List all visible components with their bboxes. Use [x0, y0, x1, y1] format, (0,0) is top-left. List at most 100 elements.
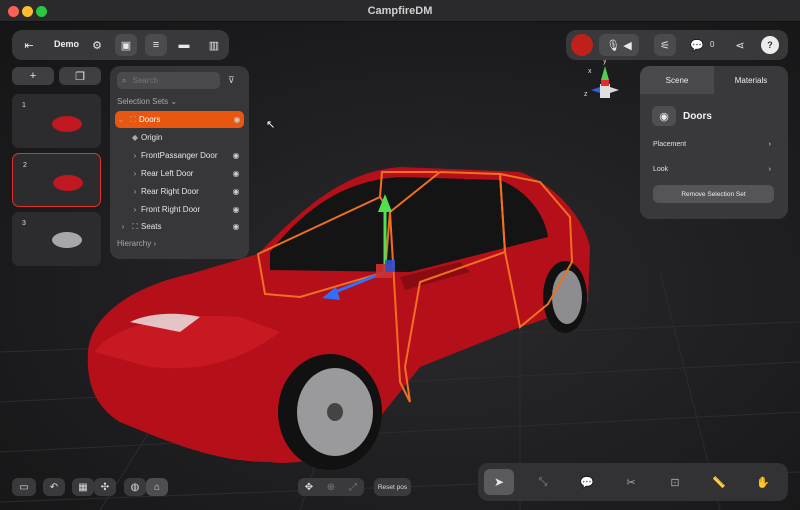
pivot-icon: ◆ [131, 133, 139, 142]
hand-pan-icon[interactable]: ✋ [750, 471, 776, 493]
slide-car-preview [52, 232, 82, 248]
mouse-cursor-icon: ↖ [266, 119, 276, 131]
tree-item-label: Doors [139, 115, 161, 124]
measure-ruler-icon[interactable]: 📏 [706, 471, 732, 493]
search-icon: ⌕ [122, 75, 127, 85]
hierarchy-header[interactable]: Hierarchy › [117, 239, 156, 248]
mic-volume-control[interactable]: 🎙 ◀ [599, 34, 639, 56]
tree-item-front-right-door[interactable]: › Front Right Door ◉ [117, 201, 243, 218]
slide-car-preview [53, 175, 83, 191]
undo-icon[interactable]: ↶ [43, 478, 65, 496]
toolbox-icon[interactable]: ▣ [115, 34, 137, 56]
slide-thumbnail[interactable]: 3 [12, 212, 101, 266]
chevron-right-icon: › [133, 169, 137, 178]
tree-item-rear-right-door[interactable]: › Rear Right Door ◉ [117, 183, 243, 200]
gizmo-z-label: z [584, 91, 588, 98]
user-count: 0 [710, 40, 715, 49]
tree-item-doors[interactable]: ⌄ ⛶ Doors ◉ [115, 111, 244, 128]
sliders-icon[interactable]: ⚟ [654, 34, 676, 56]
filter-icon[interactable]: ⊽ [228, 75, 235, 86]
chevron-right-icon: › [768, 141, 771, 148]
selection-set-icon: ⛶ [130, 114, 136, 124]
tree-item-label: Seats [141, 222, 162, 231]
duplicate-slide-button[interactable]: ❐ [59, 67, 101, 85]
camera-icon[interactable]: ▭ [12, 478, 36, 496]
hierarchy-label: Hierarchy [117, 239, 152, 248]
collab-toolbar: 🎙 ◀ ⚟ 💬 0 ⋖ ? [566, 30, 788, 60]
tree-item-rear-left-door[interactable]: › Rear Left Door ◉ [117, 165, 243, 182]
slide-thumbnail-selected[interactable]: 2 [12, 153, 101, 207]
grid-icon[interactable]: ▦ [72, 478, 94, 496]
minimize-window-button[interactable] [22, 6, 33, 17]
reset-position-button[interactable]: Reset pos [374, 478, 411, 496]
tree-item-label: Origin [141, 133, 163, 142]
select-cursor-icon[interactable]: ➤ [484, 469, 514, 495]
selection-set-icon: ⛶ [132, 221, 138, 231]
chevron-right-icon: › [768, 166, 771, 173]
chevron-down-icon: ⌄ [170, 97, 178, 106]
user-avatar[interactable] [571, 34, 593, 56]
transform-mode-group: ✥ ⊕ ⤢ [298, 478, 364, 496]
tab-materials[interactable]: Materials [714, 66, 788, 94]
tree-item-label: Rear Left Door [141, 169, 194, 178]
cut-scissors-icon[interactable]: ✂ [618, 471, 644, 493]
tree-item-origin[interactable]: ◆ Origin [117, 129, 243, 146]
search-field[interactable]: ⌕ [117, 72, 220, 89]
look-row[interactable]: Look › [653, 166, 771, 173]
visibility-eye-icon[interactable]: ◉ [229, 205, 243, 214]
tree-item-label: FrontPassanger Door [141, 151, 218, 160]
tree-item-label: Front Right Door [141, 205, 201, 214]
slide-thumbnail[interactable]: 1 [12, 94, 101, 148]
move-icon[interactable]: ✥ [298, 482, 320, 493]
share-icon[interactable]: ⋖ [731, 36, 749, 54]
visibility-eye-icon[interactable]: ◉ [229, 169, 243, 178]
add-slide-button[interactable]: + [12, 67, 54, 85]
tree-item-front-passanger-door[interactable]: › FrontPassanger Door ◉ [117, 147, 243, 164]
title-bar: CampfireDM [0, 0, 800, 22]
slide-car-preview [52, 116, 82, 132]
tool-palette: ➤ ⤡ 💬 ✂ ⊡ 📏 ✋ [478, 463, 788, 501]
folder-icon[interactable]: ▬ [175, 36, 193, 54]
gizmo-x-label: x [588, 68, 592, 75]
settings-gear-icon[interactable]: ⚙ [88, 36, 106, 54]
placement-label: Placement [653, 141, 687, 148]
chat-icon[interactable]: 💬 [688, 36, 706, 54]
visibility-eye-icon[interactable]: ◉ [229, 187, 243, 196]
chevron-right-icon: › [133, 151, 137, 160]
rotate-icon[interactable]: ⊕ [320, 482, 342, 493]
visibility-eye-icon[interactable]: ◉ [229, 222, 243, 231]
puzzle-icon[interactable]: ✣ [94, 478, 116, 496]
tab-scene[interactable]: Scene [640, 66, 714, 94]
app-window: CampfireDM y x z ⇤ Demo ⚙ ▣ ≡ ▬ ▥ 🎙 ◀ ⚟ … [0, 0, 800, 510]
outline-list-icon[interactable]: ≡ [145, 34, 167, 56]
zoom-window-button[interactable] [36, 6, 47, 17]
scale-icon[interactable]: ⤢ [342, 482, 364, 493]
close-window-button[interactable] [8, 6, 19, 17]
exit-icon[interactable]: ⇤ [20, 36, 38, 54]
placement-row[interactable]: Placement › [653, 141, 771, 148]
home-icon[interactable]: ⌂ [146, 478, 168, 496]
help-icon[interactable]: ? [761, 36, 779, 54]
pointer-laser-icon[interactable]: ⤡ [530, 471, 556, 493]
frame-icon[interactable]: ⊡ [662, 471, 688, 493]
comment-icon[interactable]: 💬 [574, 471, 600, 493]
visibility-eye-icon[interactable]: ◉ [230, 115, 244, 124]
mic-icon: 🎙 [606, 39, 621, 52]
selection-title: Doors [683, 111, 712, 122]
project-name[interactable]: Demo [54, 39, 79, 49]
chevron-right-icon: › [153, 239, 157, 248]
library-icon[interactable]: ▥ [205, 36, 223, 54]
tree-item-seats[interactable]: › ⛶ Seats ◉ [117, 218, 243, 235]
visibility-eye-icon[interactable]: ◉ [229, 151, 243, 160]
orientation-widget[interactable]: y x z [584, 58, 625, 110]
search-input[interactable] [132, 76, 213, 85]
globe-icon[interactable]: ◍ [124, 478, 146, 496]
look-label: Look [653, 166, 669, 173]
speaker-icon: ◀ [623, 39, 632, 52]
3d-viewport[interactable]: y x z ⇤ Demo ⚙ ▣ ≡ ▬ ▥ 🎙 ◀ ⚟ 💬 0 ⋖ ? + ❐ [0, 22, 800, 510]
remove-selection-set-button[interactable]: Remove Selection Set [653, 185, 774, 203]
visibility-eye-icon[interactable]: ◉ [652, 106, 676, 126]
selection-sets-header[interactable]: Selection Sets ⌄ [117, 97, 177, 106]
window-title: CampfireDM [367, 4, 433, 17]
chevron-down-icon: ⌄ [117, 115, 125, 124]
